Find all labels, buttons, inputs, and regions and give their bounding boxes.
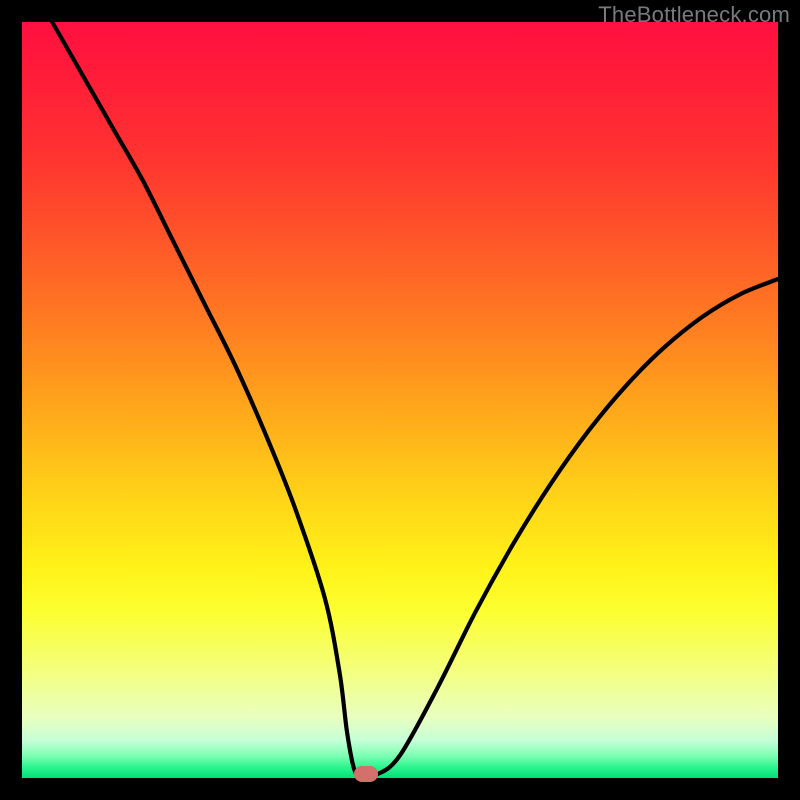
- bottleneck-marker: [354, 766, 378, 782]
- watermark-text: TheBottleneck.com: [598, 2, 790, 28]
- plot-area: [22, 22, 778, 778]
- bottleneck-curve: [22, 22, 778, 778]
- chart-frame: TheBottleneck.com: [0, 0, 800, 800]
